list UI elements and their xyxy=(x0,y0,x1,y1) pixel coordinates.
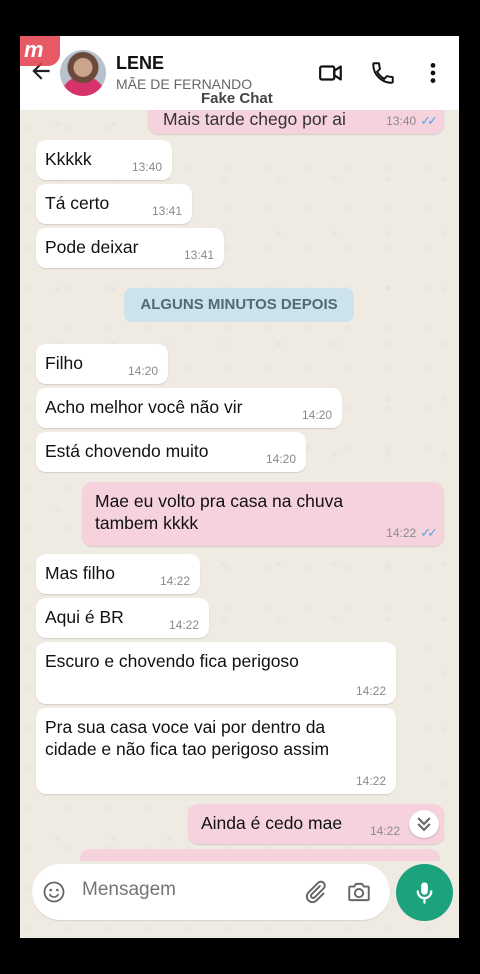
message-text: Escuro e chovendo fica perigoso xyxy=(45,651,299,671)
message-out[interactable]: Mae eu volto pra casa na chuva tambem kk… xyxy=(82,482,444,546)
message-time: 13:41 xyxy=(183,248,214,262)
message-text: Está chovendo muito xyxy=(45,441,209,461)
mic-button[interactable] xyxy=(396,864,453,921)
message-time: 14:20 xyxy=(127,364,158,378)
message-time: 13:40 xyxy=(386,114,417,128)
message-text: Pra sua casa voce vai por dentro da cida… xyxy=(45,717,330,759)
read-ticks-icon: ✓✓ xyxy=(420,525,438,540)
message-in[interactable]: Aqui é BR 14:22 xyxy=(36,598,209,638)
video-call-icon[interactable] xyxy=(318,60,344,86)
message-text: Ainda é cedo mae xyxy=(201,813,343,833)
message-text: Acho melhor você não vir xyxy=(45,397,243,417)
message-in[interactable]: Pra sua casa voce vai por dentro da cida… xyxy=(36,708,396,794)
message-in[interactable]: Pode deixar 13:41 xyxy=(36,228,224,268)
message-in[interactable]: Mas filho 14:22 xyxy=(36,554,200,594)
message-text: Tá certo xyxy=(45,193,110,213)
double-chevron-down-icon xyxy=(417,817,431,832)
channel-logo: m xyxy=(20,36,60,66)
contact-name[interactable]: LENE xyxy=(116,53,164,74)
message-in[interactable]: Tá certo 13:41 xyxy=(36,184,192,224)
message-in[interactable]: Escuro e chovendo fica perigoso 14:22 xyxy=(36,642,396,704)
emoji-icon[interactable] xyxy=(42,880,66,904)
watermark-text: Fake Chat xyxy=(201,90,273,107)
message-time: 13:41 xyxy=(151,204,182,218)
more-vert-icon[interactable] xyxy=(420,60,446,86)
message-time: 14:22 xyxy=(355,684,386,698)
message-text: Mais tarde chego por ai xyxy=(163,109,346,129)
scroll-to-bottom-button[interactable] xyxy=(409,810,439,838)
message-time: 14:20 xyxy=(265,452,296,466)
phone-icon[interactable] xyxy=(370,60,396,86)
message-time: 13:40 xyxy=(131,160,162,174)
message-in[interactable]: Kkkkk 13:40 xyxy=(36,140,172,180)
message-text: Mae eu volto pra casa na chuva tambem kk… xyxy=(95,491,344,533)
camera-icon[interactable] xyxy=(346,879,372,905)
message-in[interactable]: Está chovendo muito 14:20 xyxy=(36,432,306,472)
message-out[interactable]: Ainda é cedo mae 14:22 xyxy=(188,804,444,844)
message-time: 14:22 xyxy=(355,774,386,788)
avatar[interactable] xyxy=(60,50,106,96)
chat-screen: LENE MÃE DE FERNANDO m Fake Chat Mais ta… xyxy=(20,36,459,938)
message-time: 14:20 xyxy=(301,408,332,422)
mic-icon xyxy=(416,882,433,904)
message-text: Pode deixar xyxy=(45,237,139,257)
message-time: 14:22 xyxy=(386,526,417,540)
read-ticks-icon: ✓✓ xyxy=(420,113,438,128)
message-text: Mas filho xyxy=(45,563,116,583)
message-in[interactable]: Filho 14:20 xyxy=(36,344,168,384)
message-in[interactable]: Acho melhor você não vir 14:20 xyxy=(36,388,342,428)
message-composer xyxy=(32,864,390,920)
paperclip-icon[interactable] xyxy=(302,879,328,905)
message-time: 14:22 xyxy=(168,618,199,632)
date-divider: ALGUNS MINUTOS DEPOIS xyxy=(124,288,354,322)
message-time: 14:22 xyxy=(369,824,400,838)
message-text: Aqui é BR xyxy=(45,607,124,627)
message-text: Kkkkk xyxy=(45,149,92,169)
message-out-partial xyxy=(80,849,440,861)
message-input[interactable] xyxy=(80,878,264,902)
message-time: 14:22 xyxy=(159,574,190,588)
message-text: Filho xyxy=(45,353,83,373)
